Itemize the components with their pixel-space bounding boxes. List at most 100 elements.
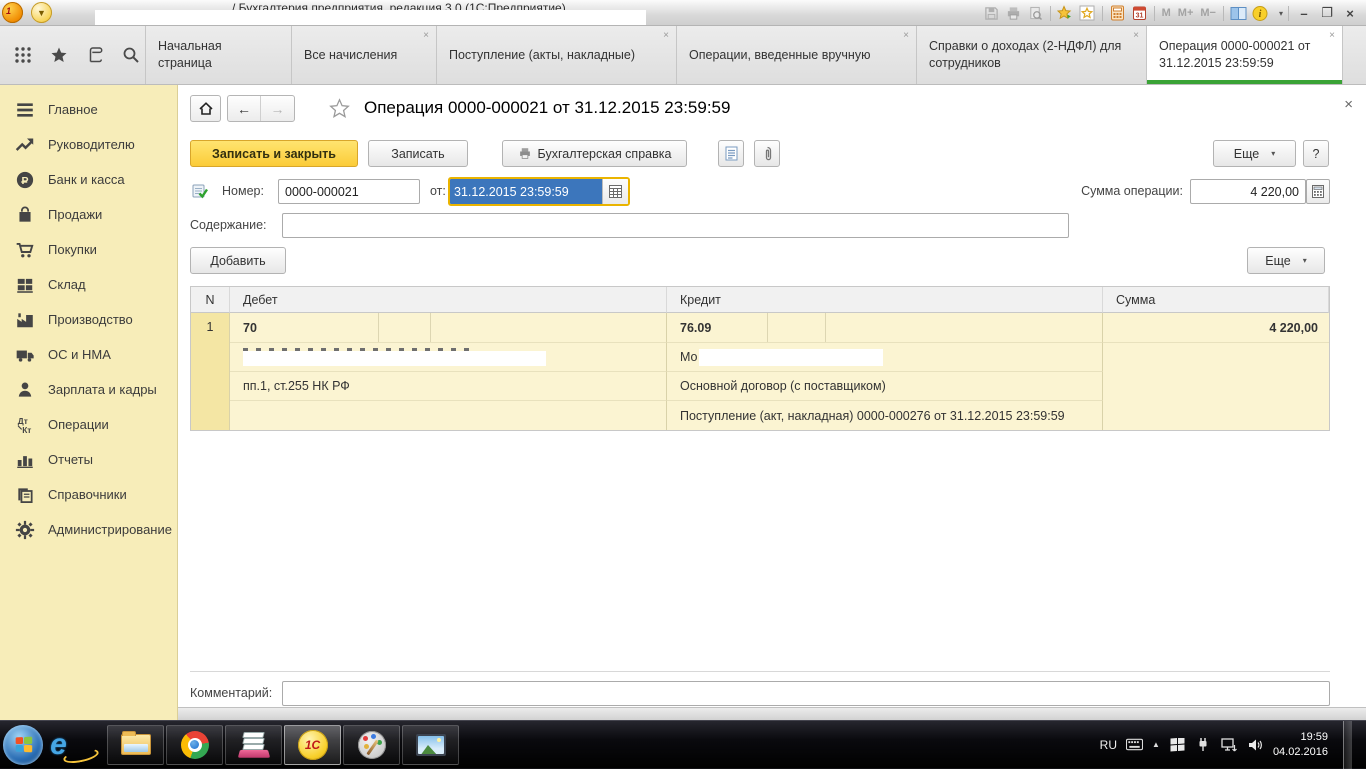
action-center-icon[interactable] (1169, 737, 1186, 752)
taskbar-chrome[interactable] (166, 725, 223, 765)
tab-all-accruals[interactable]: Все начисления× (292, 26, 437, 84)
taskbar-file-explorer[interactable] (107, 725, 164, 765)
minimize-button[interactable]: – (1294, 6, 1314, 21)
number-input[interactable]: 0000-000021 (278, 179, 420, 204)
favorite-star-icon[interactable] (329, 98, 350, 119)
history-icon[interactable] (86, 46, 104, 64)
taskbar-document-app[interactable] (225, 725, 282, 765)
taskbar-1c-enterprise[interactable]: 1С (284, 725, 341, 765)
sidebar-item-administration[interactable]: Администрирование (0, 512, 177, 547)
sidebar-item-bank-cash[interactable]: PБанк и касса (0, 162, 177, 197)
sidebar-item-reports[interactable]: Отчеты (0, 442, 177, 477)
sidebar-item-sales[interactable]: Продажи (0, 197, 177, 232)
save-and-close-button[interactable]: Записать и закрыть (190, 140, 358, 167)
restore-button[interactable]: ❐ (1317, 5, 1337, 21)
favorites-icon[interactable] (1078, 4, 1097, 23)
sidebar-item-payroll-hr[interactable]: Зарплата и кадры (0, 372, 177, 407)
1c-app-icon[interactable]: 1 (2, 2, 23, 23)
search-icon[interactable] (122, 46, 140, 64)
memory-minus-button[interactable]: M− (1198, 7, 1218, 19)
tab-ndfl-certificates[interactable]: Справки о доходах (2-НДФЛ) для сотрудник… (917, 26, 1147, 84)
tab-close-icon[interactable]: × (1329, 31, 1335, 41)
content-input[interactable] (282, 213, 1069, 238)
forward-button[interactable]: → (261, 96, 294, 121)
favorites-star-icon[interactable] (50, 46, 68, 64)
main-menu-dropdown-button[interactable]: ▼ (31, 2, 52, 23)
taskbar-image-viewer[interactable] (402, 725, 459, 765)
taskbar-internet-explorer[interactable]: e (48, 725, 105, 765)
sidebar-item-main[interactable]: Главное (0, 92, 177, 127)
debit-subconto2-cell[interactable]: пп.1, ст.255 НК РФ (230, 372, 667, 401)
tray-time[interactable]: 19:59 (1273, 730, 1328, 745)
document-register-button[interactable] (718, 140, 744, 167)
add-button[interactable]: Добавить (190, 247, 286, 274)
print-preview-icon[interactable] (1026, 4, 1045, 23)
split-panel-icon[interactable] (1229, 4, 1248, 23)
col-header-debit[interactable]: Дебет (230, 287, 667, 313)
show-desktop-button[interactable] (1343, 721, 1352, 769)
help-button[interactable]: ? (1303, 140, 1329, 167)
power-plug-icon[interactable] (1195, 737, 1212, 752)
sidebar-item-production[interactable]: Производство (0, 302, 177, 337)
calculator-icon[interactable] (1108, 4, 1127, 23)
debit-subconto1-cell[interactable] (230, 343, 667, 372)
sidebar-item-fixed-assets[interactable]: ОС и НМА (0, 337, 177, 372)
close-button[interactable]: × (1340, 6, 1360, 21)
sidebar-item-directories[interactable]: Справочники (0, 477, 177, 512)
print-icon[interactable] (1004, 4, 1023, 23)
tab-receipts-acts[interactable]: Поступление (акты, накладные)× (437, 26, 677, 84)
credit-subconto3-cell[interactable]: Поступление (акт, накладная) 0000-000276… (667, 401, 1103, 430)
col-header-credit[interactable]: Кредит (667, 287, 1103, 313)
attachments-button[interactable] (754, 140, 780, 167)
more-button-top[interactable]: Еще▾ (1213, 140, 1296, 167)
language-indicator[interactable]: RU (1100, 738, 1117, 752)
sidebar-item-manager[interactable]: Руководителю (0, 127, 177, 162)
sidebar-item-warehouse[interactable]: Склад (0, 267, 177, 302)
start-button[interactable] (3, 725, 43, 765)
col-header-n[interactable]: N (191, 287, 230, 313)
keyboard-layout-icon[interactable] (1126, 737, 1143, 752)
network-icon[interactable] (1221, 737, 1238, 752)
date-input[interactable]: 31.12.2015 23:59:59 (450, 179, 602, 204)
sections-menu-icon[interactable] (14, 46, 32, 64)
add-favorite-icon[interactable] (1056, 4, 1075, 23)
comment-input[interactable] (282, 681, 1330, 706)
operation-sum-input[interactable]: 4 220,00 (1190, 179, 1306, 204)
tab-operation-21[interactable]: Операция 0000-000021 от 31.12.2015 23:59… (1147, 26, 1343, 84)
credit-subconto1-cell[interactable]: Мо (667, 343, 1103, 372)
sum-empty-cell[interactable] (1103, 343, 1329, 430)
tab-close-icon[interactable]: × (1133, 31, 1139, 41)
back-button[interactable]: ← (228, 96, 261, 121)
calendar-picker-button[interactable] (602, 179, 628, 204)
credit-account-cell[interactable]: 76.09 (667, 313, 1103, 343)
volume-icon[interactable] (1247, 737, 1264, 752)
save-icon[interactable] (982, 4, 1001, 23)
form-close-icon[interactable]: × (1344, 97, 1353, 112)
debit-subconto3-cell[interactable] (230, 401, 667, 430)
memory-recall-button[interactable]: M (1160, 7, 1173, 19)
home-button[interactable] (190, 95, 221, 122)
sidebar-item-operations[interactable]: ДтКтОперации (0, 407, 177, 442)
tab-home-page[interactable]: Начальная страница (145, 26, 292, 84)
taskbar-paint[interactable] (343, 725, 400, 765)
sidebar-item-purchases[interactable]: Покупки (0, 232, 177, 267)
sum-calculator-button[interactable] (1306, 179, 1330, 204)
debit-account-cell[interactable]: 70 (230, 313, 667, 343)
sum-cell[interactable]: 4 220,00 (1103, 313, 1329, 343)
tray-date[interactable]: 04.02.2016 (1273, 745, 1328, 760)
tab-manual-operations[interactable]: Операции, введенные вручную× (677, 26, 917, 84)
tab-close-icon[interactable]: × (423, 31, 429, 41)
info-dropdown-icon[interactable]: ▾ (1279, 9, 1283, 18)
accounting-note-button[interactable]: Бухгалтерская справка (502, 140, 687, 167)
calendar-icon[interactable]: 31 (1130, 4, 1149, 23)
tab-close-icon[interactable]: × (663, 31, 669, 41)
col-header-sum[interactable]: Сумма (1103, 287, 1329, 313)
row-number-cell[interactable]: 1 (191, 313, 230, 430)
memory-plus-button[interactable]: M+ (1176, 7, 1196, 19)
tab-close-icon[interactable]: × (903, 31, 909, 41)
save-button[interactable]: Записать (368, 140, 468, 167)
info-icon[interactable]: i (1251, 4, 1270, 23)
more-button-table[interactable]: Еще▾ (1247, 247, 1325, 274)
credit-subconto2-cell[interactable]: Основной договор (с поставщиком) (667, 372, 1103, 401)
tray-expand-icon[interactable]: ▲ (1152, 740, 1160, 749)
